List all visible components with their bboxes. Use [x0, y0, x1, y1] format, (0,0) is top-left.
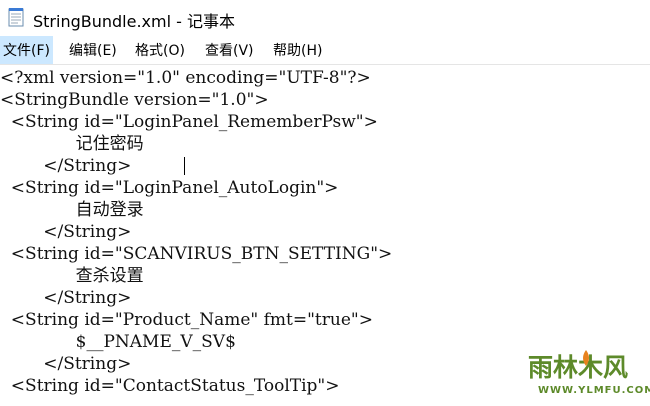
editor-line-12: <String id="Product_Name" fmt="true">: [0, 310, 373, 330]
editor-line-10: 查杀设置: [0, 266, 144, 286]
editor-line-7: 自动登录: [0, 200, 144, 220]
menu-bar: 文件(F) 编辑(E) 格式(O) 查看(V) 帮助(H): [0, 36, 650, 65]
title-bar: StringBundle.xml - 记事本: [0, 0, 650, 34]
watermark-logo-text: 雨林木风: [528, 353, 628, 382]
menu-file[interactable]: 文件(F): [0, 36, 53, 65]
menu-view[interactable]: 查看(V): [205, 40, 254, 60]
editor-line-6: <String id="LoginPanel_AutoLogin">: [0, 178, 339, 198]
editor-line-11: </String>: [0, 288, 132, 308]
editor-line-2: <StringBundle version="1.0">: [0, 90, 269, 110]
watermark-logo: 雨林木风: [528, 350, 628, 382]
editor-line-5: </String>: [0, 156, 132, 176]
editor-line-13: $__PNAME_V_SV$: [0, 332, 236, 352]
editor-line-15: <String id="ContactStatus_ToolTip">: [0, 376, 340, 396]
menu-help[interactable]: 帮助(H): [273, 40, 322, 60]
editor-line-3: <String id="LoginPanel_RememberPsw">: [0, 112, 378, 132]
editor-line-9: <String id="SCANVIRUS_BTN_SETTING">: [0, 244, 393, 264]
editor-line-1: <?xml version="1.0" encoding="UTF-8"?>: [0, 68, 371, 88]
editor-line-4: 记住密码: [0, 134, 144, 154]
menu-format[interactable]: 格式(O): [135, 40, 185, 60]
notepad-icon: [8, 8, 24, 27]
menu-edit[interactable]: 编辑(E): [69, 40, 117, 60]
window-title: StringBundle.xml - 记事本: [33, 12, 235, 31]
text-caret: [184, 157, 185, 175]
editor-line-8: </String>: [0, 222, 132, 242]
editor-line-14: </String>: [0, 354, 132, 374]
notepad-window: StringBundle.xml - 记事本 文件(F) 编辑(E) 格式(O)…: [0, 0, 650, 406]
watermark-url: WWW.YLMFU.COM: [538, 385, 650, 396]
